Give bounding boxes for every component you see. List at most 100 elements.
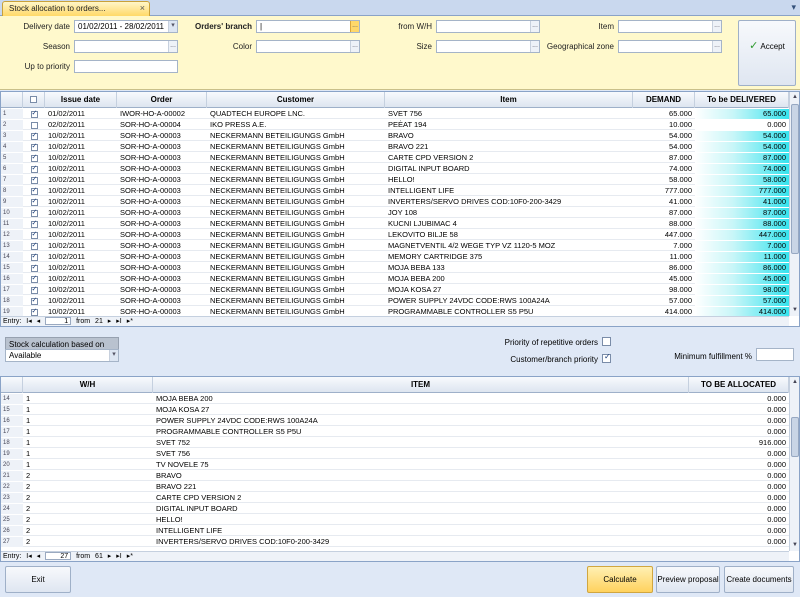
col-wh[interactable]: W/H [23, 377, 153, 393]
pager-new-icon[interactable]: ▸* [127, 553, 133, 560]
item-field[interactable]: ... [618, 20, 722, 33]
table-row[interactable]: 16 10/02/2011 SOR-HO-A-00003 NECKERMANN BET… [1, 274, 789, 284]
pager-last-icon[interactable]: ▸I [116, 553, 121, 560]
checkbox[interactable] [30, 274, 38, 284]
from-wh-field[interactable]: ... [436, 20, 540, 33]
tab-stock-allocation[interactable]: Stock allocation to orders... × [2, 1, 150, 16]
color-field[interactable]: ... [256, 40, 360, 53]
col-to-be-delivered[interactable]: To be DELIVERED [695, 92, 789, 108]
pager-prev-icon[interactable]: ◂ [37, 553, 41, 560]
table-row[interactable]: 15 10/02/2011 SOR-HO-A-00003 NECKERMANN BET… [1, 263, 789, 273]
row-checkbox[interactable] [23, 175, 45, 185]
pager-next-icon[interactable]: ▸ [108, 553, 112, 560]
table-row[interactable]: 15 1 MOJA KOSA 27 0.000 [1, 405, 789, 415]
table-row[interactable]: 10 10/02/2011 SOR-HO-A-00003 NECKERMANN BET… [1, 208, 789, 218]
orders-branch-field[interactable]: | ... [256, 20, 360, 33]
pager-next-icon[interactable]: ▸ [108, 318, 112, 325]
checkbox[interactable] [30, 241, 38, 251]
table-row[interactable]: 6 10/02/2011 SOR-HO-A-00003 NECKERMANN BETE… [1, 164, 789, 174]
scroll-thumb[interactable] [791, 104, 799, 254]
col-customer[interactable]: Customer [207, 92, 385, 108]
col-item[interactable]: Item [385, 92, 633, 108]
scroll-down-icon[interactable]: ▼ [790, 305, 799, 315]
table-row[interactable]: 26 2 INTELLIGENT LIFE 0.000 [1, 526, 789, 536]
accept-button[interactable]: ✓ Accept [738, 20, 796, 86]
priority-repetitive-checkbox[interactable] [602, 337, 611, 346]
row-checkbox[interactable] [23, 285, 45, 295]
chevron-down-icon[interactable]: ▾ [168, 21, 177, 32]
checkbox[interactable] [30, 208, 38, 218]
checkbox[interactable] [30, 164, 38, 174]
row-checkbox[interactable] [23, 252, 45, 262]
ellipsis-icon[interactable]: ... [350, 21, 359, 32]
table-row[interactable]: 3 10/02/2011 SOR-HO-A-00003 NECKERMANN BETE… [1, 131, 789, 141]
row-checkbox[interactable] [23, 263, 45, 273]
table-row[interactable]: 4 10/02/2011 SOR-HO-A-00003 NECKERMANN BETE… [1, 142, 789, 152]
ellipsis-icon[interactable]: ... [350, 41, 359, 52]
table-row[interactable]: 19 1 SVET 756 0.000 [1, 449, 789, 459]
checkbox[interactable] [30, 197, 38, 207]
size-field[interactable]: ... [436, 40, 540, 53]
min-fulfillment-input[interactable] [756, 348, 794, 361]
checkbox[interactable] [30, 109, 38, 119]
table-row[interactable]: 18 1 SVET 752 916.000 [1, 438, 789, 448]
ellipsis-icon[interactable]: ... [168, 41, 177, 52]
row-checkbox[interactable] [23, 241, 45, 251]
exit-button[interactable]: Exit [5, 566, 71, 593]
row-checkbox[interactable] [23, 164, 45, 174]
calculate-proposal-button[interactable]: Calculate proposal [587, 566, 653, 593]
row-checkbox[interactable] [23, 120, 45, 130]
table-row[interactable]: 18 10/02/2011 SOR-HO-A-00003 NECKERMANN BET… [1, 296, 789, 306]
table-row[interactable]: 25 2 HELLO! 0.000 [1, 515, 789, 525]
checkbox[interactable] [30, 142, 38, 152]
table-row[interactable]: 17 10/02/2011 SOR-HO-A-00003 NECKERMANN BET… [1, 285, 789, 295]
table-row[interactable]: 5 10/02/2011 SOR-HO-A-00003 NECKERMANN BETE… [1, 153, 789, 163]
row-checkbox[interactable] [23, 208, 45, 218]
pager-prev-icon[interactable]: ◂ [37, 318, 41, 325]
row-checkbox[interactable] [23, 142, 45, 152]
col-order[interactable]: Order [117, 92, 207, 108]
col-alloc-item[interactable]: ITEM [153, 377, 689, 393]
checkbox[interactable] [30, 285, 38, 295]
col-demand[interactable]: DEMAND [633, 92, 695, 108]
orders-vertical-scrollbar[interactable]: ▲ ▼ [789, 92, 799, 316]
row-checkbox[interactable] [23, 274, 45, 284]
scroll-up-icon[interactable]: ▲ [790, 377, 799, 387]
checkbox[interactable] [30, 252, 38, 262]
row-checkbox[interactable] [23, 186, 45, 196]
geo-zone-field[interactable]: ... [618, 40, 722, 53]
customer-branch-priority-checkbox[interactable] [602, 352, 611, 363]
checkbox[interactable] [30, 263, 38, 273]
allocation-vertical-scrollbar[interactable]: ▲ ▼ [789, 377, 799, 551]
table-row[interactable]: 2 02/02/2011 SOR-HO-A-00004 IKO PRESS A.E. P… [1, 120, 789, 130]
table-row[interactable]: 24 2 DIGITAL INPUT BOARD 0.000 [1, 504, 789, 514]
pager-current-input[interactable]: 27 [45, 552, 72, 561]
close-icon[interactable]: × [140, 3, 145, 13]
row-checkbox[interactable] [23, 109, 45, 119]
table-row[interactable]: 21 2 BRAVO 0.000 [1, 471, 789, 481]
row-checkbox[interactable] [23, 296, 45, 306]
row-checkbox[interactable] [23, 131, 45, 141]
delivery-date-field[interactable]: 01/02/2011 - 28/02/2011 ▾ [74, 20, 178, 33]
checkbox[interactable] [30, 296, 38, 306]
pager-first-icon[interactable]: I◂ [26, 553, 31, 560]
chevron-down-icon[interactable]: ▾ [109, 350, 118, 361]
table-row[interactable]: 9 10/02/2011 SOR-HO-A-00003 NECKERMANN BETE… [1, 197, 789, 207]
scroll-thumb[interactable] [791, 417, 799, 457]
row-checkbox[interactable] [23, 153, 45, 163]
table-row[interactable]: 7 10/02/2011 SOR-HO-A-00003 NECKERMANN BETE… [1, 175, 789, 185]
col-to-be-allocated[interactable]: TO BE ALLOCATED [689, 377, 789, 393]
checkbox[interactable] [30, 175, 38, 185]
row-checkbox[interactable] [23, 230, 45, 240]
checkbox[interactable] [30, 121, 38, 129]
table-row[interactable]: 17 1 PROGRAMMABLE CONTROLLER S5 P5U 0.000 [1, 427, 789, 437]
select-all-header[interactable] [23, 92, 45, 108]
table-row[interactable]: 27 2 INVERTERS/SERVO DRIVES COD:10F0-200-3… [1, 537, 789, 547]
table-row[interactable]: 14 1 MOJA BEBA 200 0.000 [1, 394, 789, 404]
season-field[interactable]: ... [74, 40, 178, 53]
pager-new-icon[interactable]: ▸* [127, 318, 133, 325]
table-row[interactable]: 11 10/02/2011 SOR-HO-A-00003 NECKERMANN BET… [1, 219, 789, 229]
table-row[interactable]: 14 10/02/2011 SOR-HO-A-00003 NECKERMANN BET… [1, 252, 789, 262]
tab-menu-icon[interactable]: ▾ [791, 2, 796, 13]
table-row[interactable]: 12 10/02/2011 SOR-HO-A-00003 NECKERMANN BET… [1, 230, 789, 240]
